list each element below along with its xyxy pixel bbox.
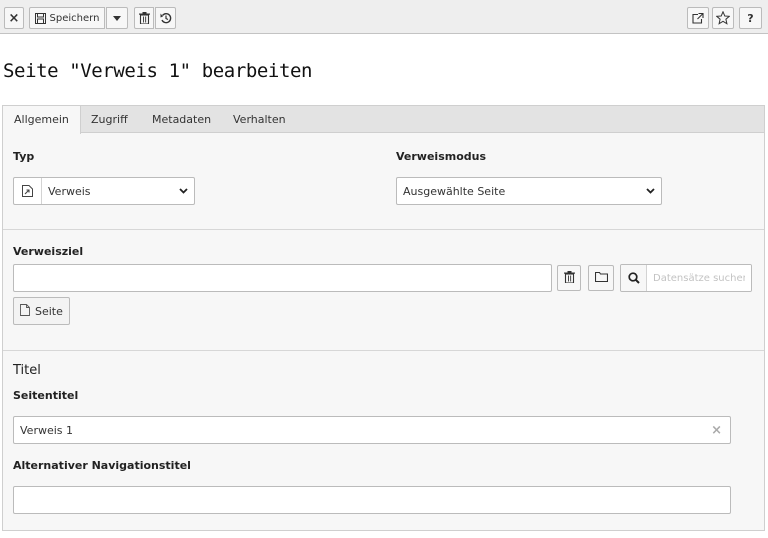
record-search-input[interactable] (647, 265, 751, 291)
tab-zugriff[interactable]: Zugriff (80, 106, 139, 133)
typ-label: Typ (13, 150, 35, 163)
verweisziel-input[interactable] (13, 264, 552, 292)
close-icon: × (8, 10, 20, 26)
tab-allgemein[interactable]: Allgemein (3, 106, 81, 134)
seitentitel-label: Seitentitel (13, 389, 79, 402)
tab-bar: Allgemein Zugriff Metadaten Verhalten (3, 106, 764, 134)
tab-verhalten[interactable]: Verhalten (222, 106, 297, 133)
seitentitel-input[interactable]: Verweis 1 × (13, 416, 731, 444)
divider (3, 229, 764, 230)
verweismodus-label: Verweismodus (396, 150, 487, 163)
nav-title-label: Alternativer Navigationstitel (13, 459, 191, 472)
verweismodus-selected-value: Ausgewählte Seite (403, 184, 506, 198)
search-icon (621, 265, 647, 291)
verweismodus-select[interactable]: Ausgewählte Seite (396, 177, 662, 205)
clear-icon[interactable]: × (711, 423, 722, 438)
folder-icon (594, 271, 608, 285)
record-search (620, 264, 752, 292)
nav-title-input[interactable] (13, 486, 731, 514)
doc-header-toolbar: × Speichern ? (0, 0, 768, 34)
save-button[interactable]: Speichern (29, 7, 105, 29)
trash-icon (563, 270, 575, 286)
tab-metadaten[interactable]: Metadaten (141, 106, 222, 133)
external-link-icon (692, 12, 704, 24)
divider (3, 350, 764, 351)
help-button[interactable]: ? (739, 7, 762, 29)
add-page-button-label: Seite (35, 304, 63, 318)
close-button[interactable]: × (4, 7, 24, 29)
open-new-window-button[interactable] (687, 7, 709, 29)
chevron-down-icon (172, 188, 194, 194)
delete-button[interactable] (134, 7, 154, 29)
clear-relation-button[interactable] (557, 265, 581, 291)
add-page-button[interactable]: Seite (13, 297, 70, 325)
history-button[interactable] (155, 7, 176, 29)
verweisziel-label: Verweisziel (13, 245, 84, 258)
save-button-label: Speichern (49, 12, 100, 24)
save-dropdown-toggle[interactable] (106, 7, 128, 29)
bookmark-button[interactable] (712, 7, 734, 29)
page-shortcut-icon (14, 178, 42, 204)
typ-select[interactable]: Verweis (13, 177, 195, 205)
page-title: Seite "Verweis 1" bearbeiten (3, 60, 313, 82)
edit-form: Allgemein Zugriff Metadaten Verhalten Ty… (2, 105, 765, 531)
caret-down-icon (113, 15, 121, 21)
star-icon (716, 11, 730, 25)
seitentitel-value: Verweis 1 (20, 423, 74, 437)
page-icon (20, 303, 35, 319)
history-icon (160, 12, 172, 24)
help-icon: ? (747, 11, 754, 25)
typ-selected-value: Verweis (48, 184, 91, 198)
trash-icon (138, 12, 150, 24)
chevron-down-icon (639, 188, 661, 194)
browse-records-button[interactable] (588, 265, 614, 291)
save-icon (34, 12, 46, 24)
titel-heading: Titel (13, 363, 41, 378)
